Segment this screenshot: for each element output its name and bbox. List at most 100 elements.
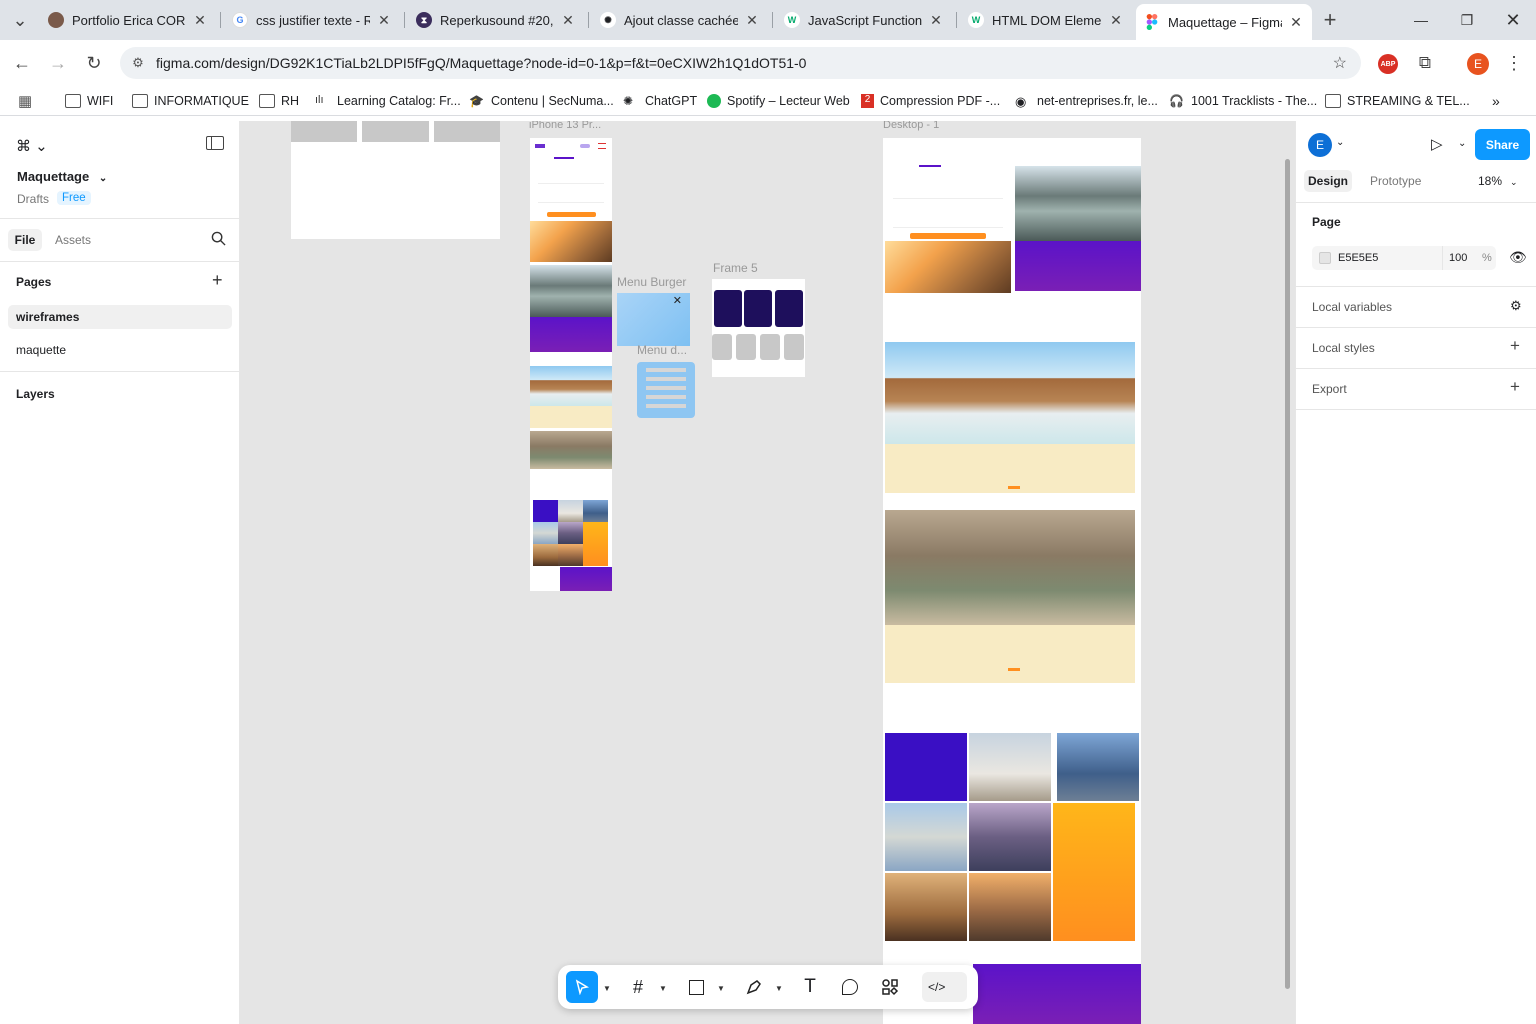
tab-search-icon[interactable]: ⌄ [8, 8, 32, 32]
bookmark-learning[interactable]: ılı Learning Catalog: Fr... [315, 91, 461, 111]
frame-label-menu-d[interactable]: Menu d... [637, 343, 687, 357]
close-icon[interactable]: ✕ [1108, 12, 1124, 29]
comment-tool-button[interactable] [834, 971, 866, 1003]
chevron-down-icon[interactable]: ▼ [717, 984, 725, 993]
bookmark-streaming[interactable]: STREAMING & TEL... [1325, 91, 1470, 111]
add-page-button[interactable]: + [212, 270, 223, 291]
extensions-icon[interactable]: ⧉ [1413, 51, 1437, 75]
add-export-button[interactable]: + [1510, 377, 1520, 397]
present-play-icon[interactable]: ▷ [1431, 135, 1443, 153]
frame-label-burger[interactable]: Menu Burger [617, 275, 686, 289]
page-color-field[interactable]: E5E5E5 100 % [1312, 246, 1496, 270]
profile-avatar[interactable]: E [1467, 53, 1489, 75]
back-icon[interactable]: ← [10, 51, 34, 75]
chevron-down-icon[interactable]: ▼ [603, 984, 611, 993]
new-tab-button[interactable]: + [1318, 7, 1342, 32]
page-item-wireframes[interactable]: wireframes [8, 305, 232, 329]
canvas-scrollbar[interactable] [1285, 159, 1290, 989]
menu-burger-frame[interactable]: ✕ [617, 293, 690, 346]
bookmark-net-entreprises[interactable]: ◉ net-entreprises.fr, le... [1015, 91, 1158, 111]
local-styles-label[interactable]: Local styles [1312, 341, 1375, 355]
figma-canvas[interactable]: iPhone 13 Pr... Menu Burger ✕ Menu d... [240, 121, 1295, 1024]
bookmark-informatique[interactable]: INFORMATIQUE [132, 91, 249, 111]
bookmark-tracklists[interactable]: 🎧 1001 Tracklists - The... [1169, 91, 1317, 111]
close-window-button[interactable]: ✕ [1490, 0, 1536, 40]
menu-kebab-icon[interactable]: ⋮ [1502, 51, 1526, 75]
tab-file[interactable]: File [8, 229, 42, 251]
resources-tool-button[interactable] [874, 971, 906, 1003]
close-icon[interactable]: ✕ [1288, 14, 1304, 31]
tab-design[interactable]: Design [1304, 170, 1352, 192]
zoom-level[interactable]: 18% ⌄ [1478, 174, 1518, 188]
tab-prototype[interactable]: Prototype [1370, 174, 1421, 188]
tab-js-functions[interactable]: W JavaScript Functions ✕ [776, 6, 952, 34]
pen-tool-button[interactable] [738, 971, 770, 1003]
drafts-label[interactable]: Drafts [17, 192, 49, 206]
apps-grid-icon[interactable]: ▦ [18, 91, 32, 111]
tab-figma[interactable]: Maquettage – Figma ✕ [1136, 4, 1312, 40]
adblock-icon[interactable]: ABP [1378, 54, 1398, 74]
bookmark-spotify[interactable]: Spotify – Lecteur Web [707, 91, 850, 111]
forward-icon[interactable]: → [46, 51, 70, 75]
bookmark-wifi[interactable]: WIFI [65, 91, 113, 111]
sidebar-toggle-icon[interactable] [206, 136, 224, 150]
features-block [530, 317, 612, 352]
lake-image [1015, 166, 1141, 241]
text-tool-button[interactable]: T [794, 971, 826, 1003]
menu-dropdown-frame[interactable] [637, 362, 695, 418]
bookmark-chatgpt[interactable]: ✺ ChatGPT [623, 91, 697, 111]
chevron-down-icon[interactable]: ⌄ [1458, 138, 1466, 149]
add-style-button[interactable]: + [1510, 336, 1520, 356]
frame-label-desktop[interactable]: Desktop - 1 [883, 121, 939, 131]
url-field[interactable]: ⚙ figma.com/design/DG92K1CTiaLb2LDPI5fFg… [120, 47, 1361, 79]
folder-icon [259, 94, 275, 108]
user-avatar[interactable]: E [1308, 133, 1332, 157]
close-icon[interactable]: ✕ [376, 12, 392, 29]
bookmark-secnum[interactable]: 🎓 Contenu | SecNuma... [469, 91, 614, 111]
page-color-value: E5E5E5 [1338, 252, 1379, 264]
tab-title: JavaScript Functions [808, 12, 922, 28]
chevron-down-icon[interactable]: ▼ [775, 984, 783, 993]
reload-icon[interactable]: ↻ [82, 51, 106, 75]
frame-tool-button[interactable]: # [622, 971, 654, 1003]
star-icon[interactable]: ☆ [1333, 53, 1347, 73]
desktop-frame[interactable] [883, 138, 1141, 1024]
chevron-down-icon[interactable]: ▼ [659, 984, 667, 993]
share-button[interactable]: Share [1475, 129, 1530, 160]
frame-label-iphone[interactable]: iPhone 13 Pr... [529, 121, 601, 131]
bookmark-rh[interactable]: RH [259, 91, 299, 111]
search-icon[interactable] [211, 231, 226, 250]
close-icon[interactable]: ✕ [560, 12, 576, 29]
site-info-icon[interactable]: ⚙ [120, 55, 156, 71]
tab-dom-element[interactable]: W HTML DOM Element ✕ [960, 6, 1132, 34]
close-icon[interactable]: ✕ [744, 12, 760, 29]
close-icon[interactable]: ✕ [928, 12, 944, 29]
local-variables-label[interactable]: Local variables [1312, 300, 1392, 314]
rectangle-tool-button[interactable] [680, 971, 712, 1003]
close-icon[interactable]: ✕ [192, 12, 208, 29]
frame-label-frame5[interactable]: Frame 5 [713, 261, 758, 275]
page-section-title: Page [1312, 215, 1341, 229]
bookmark-pdf[interactable]: 2 Compression PDF -... [861, 91, 1000, 111]
iphone-frame[interactable] [530, 138, 612, 591]
tab-google[interactable]: G css justifier texte - Re ✕ [224, 6, 400, 34]
minimize-button[interactable]: — [1398, 0, 1444, 40]
restore-button[interactable]: ❐ [1444, 0, 1490, 40]
tab-chatgpt[interactable]: ✺ Ajout classe cachée ✕ [592, 6, 768, 34]
figma-menu-button[interactable]: ⌘ ⌄ [16, 137, 48, 155]
move-tool-button[interactable] [566, 971, 598, 1003]
more-bookmarks-icon[interactable]: » [1492, 91, 1500, 111]
tab-reperkusound[interactable]: ⧗ Reperkusound #20, V ✕ [408, 6, 584, 34]
page-item-maquette[interactable]: maquette [16, 343, 66, 357]
chevron-down-icon[interactable]: ⌄ [1336, 137, 1344, 148]
file-name[interactable]: Maquettage ⌄ [17, 169, 107, 184]
wireframe-frame[interactable] [291, 121, 500, 239]
tab-portfolio[interactable]: Portfolio Erica CORN ✕ [40, 6, 216, 34]
frame5[interactable] [712, 279, 805, 377]
bars-icon: ılı [315, 94, 324, 106]
export-label[interactable]: Export [1312, 382, 1347, 396]
variables-settings-icon[interactable]: ⚙ [1510, 298, 1522, 314]
dev-mode-toggle[interactable]: </> [922, 972, 967, 1002]
tab-assets[interactable]: Assets [55, 233, 91, 247]
eye-icon[interactable]: 👁 [1509, 249, 1527, 266]
